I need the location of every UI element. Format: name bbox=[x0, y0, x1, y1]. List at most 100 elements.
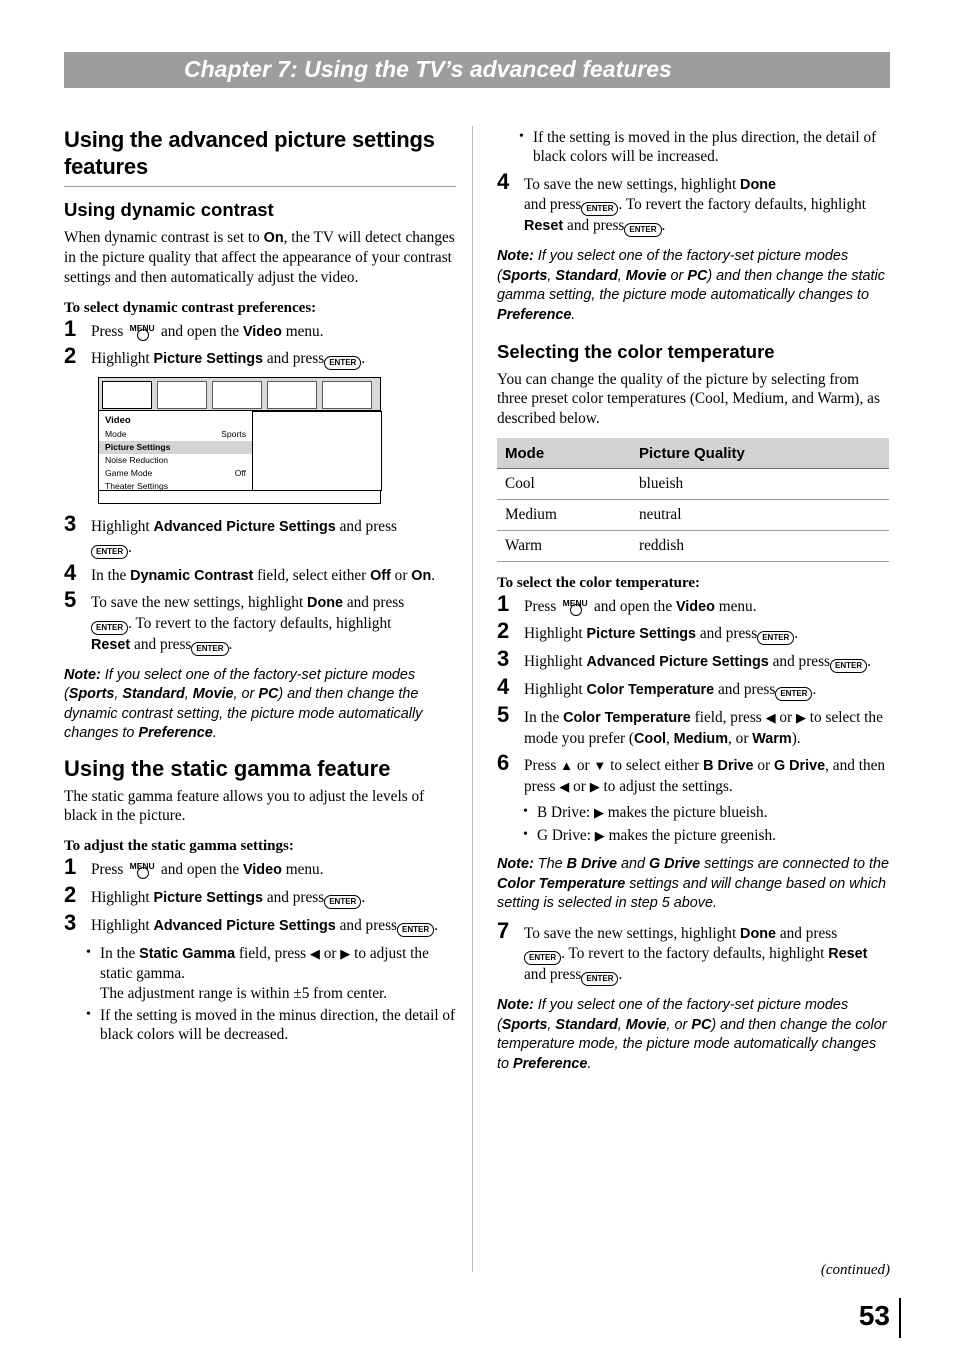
ct1-text-b: and open the bbox=[593, 597, 673, 615]
gamma-step-1: 1 Press MENU and open the Video menu. bbox=[64, 856, 456, 881]
ct-step-1: 1 Press MENU and open the Video menu. bbox=[497, 592, 889, 618]
step4-bold-on: On bbox=[411, 567, 432, 584]
enter-button-icon: ENTER bbox=[624, 223, 662, 238]
right-column: If the setting is moved in the plus dire… bbox=[497, 126, 889, 1084]
step-number: 2 bbox=[64, 343, 77, 369]
step3-text-b: and press bbox=[339, 518, 397, 536]
gamma-bullet-1: In the Static Gamma field, press ◀ or ▶ … bbox=[84, 943, 456, 1003]
tv-menu-figure: Video Mode Sports Picture Settings Noise… bbox=[98, 377, 383, 505]
step2-text-a: Highlight bbox=[91, 350, 150, 368]
gb1-text-b: field, press bbox=[238, 944, 307, 962]
table-row: Warm reddish bbox=[497, 530, 889, 562]
right-arrow-icon: ▶ bbox=[594, 827, 605, 843]
step5-text-b: and press bbox=[346, 594, 405, 612]
gstep2-text-a: Highlight bbox=[91, 888, 150, 906]
ct4-text-b: and press bbox=[717, 681, 776, 699]
note-static-gamma: Note: If you select one of the factory-s… bbox=[497, 248, 885, 323]
ct7-bold-reset: Reset bbox=[828, 946, 868, 963]
step5-text-d: and press bbox=[134, 635, 192, 653]
gstep1-bold-video: Video bbox=[242, 862, 282, 879]
step-number: 2 bbox=[64, 881, 77, 907]
step3-text-a: Highlight bbox=[91, 518, 150, 536]
step-number: 7 bbox=[497, 917, 510, 943]
enter-button-icon: ENTER bbox=[581, 202, 619, 217]
figure-row-picture-settings: Picture Settings bbox=[99, 441, 252, 455]
enter-button-icon: ENTER bbox=[191, 641, 229, 656]
ct-step-2: 2 Highlight Picture Settings and press EN… bbox=[497, 618, 799, 646]
section-static-gamma-heading: Using the static gamma feature bbox=[64, 755, 391, 781]
gstep1-text-c: menu. bbox=[285, 861, 324, 879]
figure-row-mode: Mode Sports bbox=[99, 428, 252, 441]
ct6-bold-b-drive: B Drive bbox=[703, 758, 754, 775]
note2-g-drive: G Drive bbox=[648, 856, 701, 873]
enter-button-icon: ENTER bbox=[524, 951, 562, 966]
ct5-bold-color-temperature: Color Temperature bbox=[563, 710, 691, 727]
ct5-text-a: In the bbox=[524, 709, 560, 727]
chapter-title: Chapter 7: Using the TV’s advanced featu… bbox=[184, 56, 672, 82]
note3-mode-sports: Sports bbox=[501, 1016, 548, 1033]
step4-bold-off: Off bbox=[370, 567, 391, 584]
figure-row-label: Mode bbox=[105, 429, 127, 440]
enter-button-icon: ENTER bbox=[581, 972, 619, 987]
table-cell-quality: reddish bbox=[631, 530, 889, 562]
right-arrow-icon: ▶ bbox=[593, 805, 604, 821]
ct5-bold-cool: Cool bbox=[634, 730, 666, 747]
gstep3-bold-adv-picture-settings: Advanced Picture Settings bbox=[153, 917, 336, 934]
table-cell-mode: Warm bbox=[497, 530, 631, 562]
step5-text-a: To save the new settings, highlight bbox=[91, 594, 304, 612]
dynamic-contrast-subheading: To select dynamic contrast preferences: bbox=[64, 299, 317, 316]
note-label: Note: bbox=[497, 997, 534, 1014]
note-mode-sports: Sports bbox=[68, 686, 115, 703]
figure-row-value: Sports bbox=[221, 429, 246, 440]
rstep4-text-b: and press bbox=[524, 196, 582, 214]
color-temperature-table: Mode Picture Quality Cool blueish Medium… bbox=[497, 437, 889, 562]
ct2-bold-picture-settings: Picture Settings bbox=[586, 626, 697, 643]
ct-step-5: 5 In the Color Temperature field, press … bbox=[497, 702, 883, 747]
gstep1-text-b: and open the bbox=[160, 861, 240, 879]
menu-button-icon: MENU bbox=[560, 597, 590, 616]
rstep4-bold-done: Done bbox=[740, 176, 777, 193]
step4-or: or bbox=[394, 566, 408, 584]
gb1-text-a: In the bbox=[100, 944, 136, 962]
step1-text-c: menu. bbox=[285, 322, 324, 340]
table-cell-quality: blueish bbox=[631, 468, 889, 500]
note3-text-c: . bbox=[587, 1055, 592, 1072]
step-number: 4 bbox=[497, 168, 510, 194]
note-dynamic-contrast: Note: If you select one of the factory-s… bbox=[64, 666, 423, 742]
gstep1-text-a: Press bbox=[91, 861, 124, 879]
note-mode-sports: Sports bbox=[501, 267, 548, 284]
table-row: Cool blueish bbox=[497, 468, 889, 500]
ct7-text-b: and press bbox=[779, 924, 838, 942]
figure-row-label: Noise Reduction bbox=[105, 455, 169, 466]
note-label: Note: bbox=[497, 856, 534, 873]
gamma-step-2: 2 Highlight Picture Settings and press EN… bbox=[64, 881, 366, 909]
section-dynamic-contrast-heading: Using dynamic contrast bbox=[64, 199, 274, 220]
ct1-text-a: Press bbox=[524, 597, 557, 615]
note-mode-movie: Movie bbox=[192, 686, 234, 703]
step-4: 4 In the Dynamic Contrast field, select … bbox=[64, 561, 456, 587]
note-text-c: . bbox=[571, 306, 576, 323]
ct3-bold-adv-picture-settings: Advanced Picture Settings bbox=[586, 654, 769, 671]
dynamic-contrast-intro: When dynamic contrast is set to On, the … bbox=[64, 228, 456, 287]
color-temperature-intro: You can change the quality of the pictur… bbox=[497, 371, 880, 427]
audio-tab-icon bbox=[157, 381, 207, 410]
ct7-text-a: To save the new settings, highlight bbox=[524, 924, 737, 942]
figure-menu-body: Video Mode Sports Picture Settings Noise… bbox=[98, 411, 253, 492]
rstep4-text-c: . To revert the factory defaults, highli… bbox=[618, 196, 867, 214]
enter-button-icon: ENTER bbox=[757, 631, 795, 646]
note2-text-b: settings are connected to the bbox=[700, 856, 889, 873]
ct6-bold-g-drive: G Drive bbox=[773, 758, 826, 775]
table-header-mode: Mode bbox=[497, 437, 631, 469]
chapter-header-bar: Chapter 7: Using the TV’s advanced featu… bbox=[64, 52, 890, 88]
ct5-bold-warm: Warm bbox=[752, 730, 792, 747]
ct4-bold-color-temperature: Color Temperature bbox=[586, 682, 715, 699]
right-arrow-icon: ▶ bbox=[340, 945, 351, 961]
b-drive-text: makes the picture blueish. bbox=[607, 804, 768, 822]
figure-row-label: Theater Settings bbox=[105, 481, 169, 492]
intro-bold-on: On bbox=[263, 230, 284, 246]
note-label: Note: bbox=[497, 248, 534, 265]
step-number: 3 bbox=[497, 646, 510, 672]
gamma-step-3: 3 Highlight Advanced Picture Settings an… bbox=[64, 909, 438, 937]
gamma-bullets: In the Static Gamma field, press ◀ or ▶ … bbox=[84, 943, 456, 1044]
ct7-bold-done: Done bbox=[740, 925, 777, 942]
